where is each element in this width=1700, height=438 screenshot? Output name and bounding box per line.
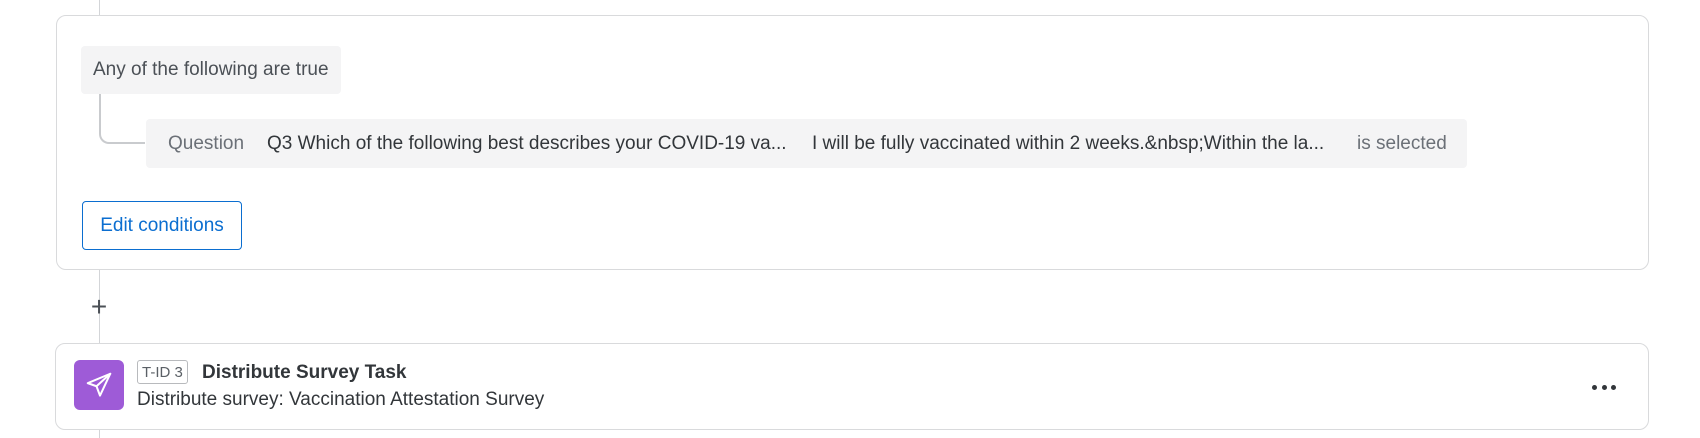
condition-row[interactable]: Question Q3 Which of the following best … [146, 119, 1467, 168]
paper-plane-icon [74, 360, 124, 410]
task-title: Distribute Survey Task [202, 362, 407, 383]
task-id-badge: T-ID 3 [137, 360, 188, 384]
flow-line-bottom [99, 430, 100, 438]
logic-selector[interactable]: Any of the following are true [81, 46, 341, 94]
flow-line-top [99, 0, 100, 15]
edit-conditions-button[interactable]: Edit conditions [82, 201, 242, 250]
logic-label: Any of the following are true [93, 59, 329, 80]
add-task-button[interactable]: + [88, 293, 110, 321]
condition-question: Q3 Which of the following best describes… [267, 133, 787, 154]
task-card[interactable] [55, 343, 1649, 430]
more-horizontal-icon[interactable] [1592, 377, 1616, 397]
condition-connector [99, 94, 145, 144]
condition-operator: is selected [1357, 133, 1447, 154]
task-subtitle: Distribute survey: Vaccination Attestati… [137, 389, 545, 410]
condition-answer: I will be fully vaccinated within 2 week… [812, 133, 1325, 154]
condition-type: Question [168, 133, 245, 154]
